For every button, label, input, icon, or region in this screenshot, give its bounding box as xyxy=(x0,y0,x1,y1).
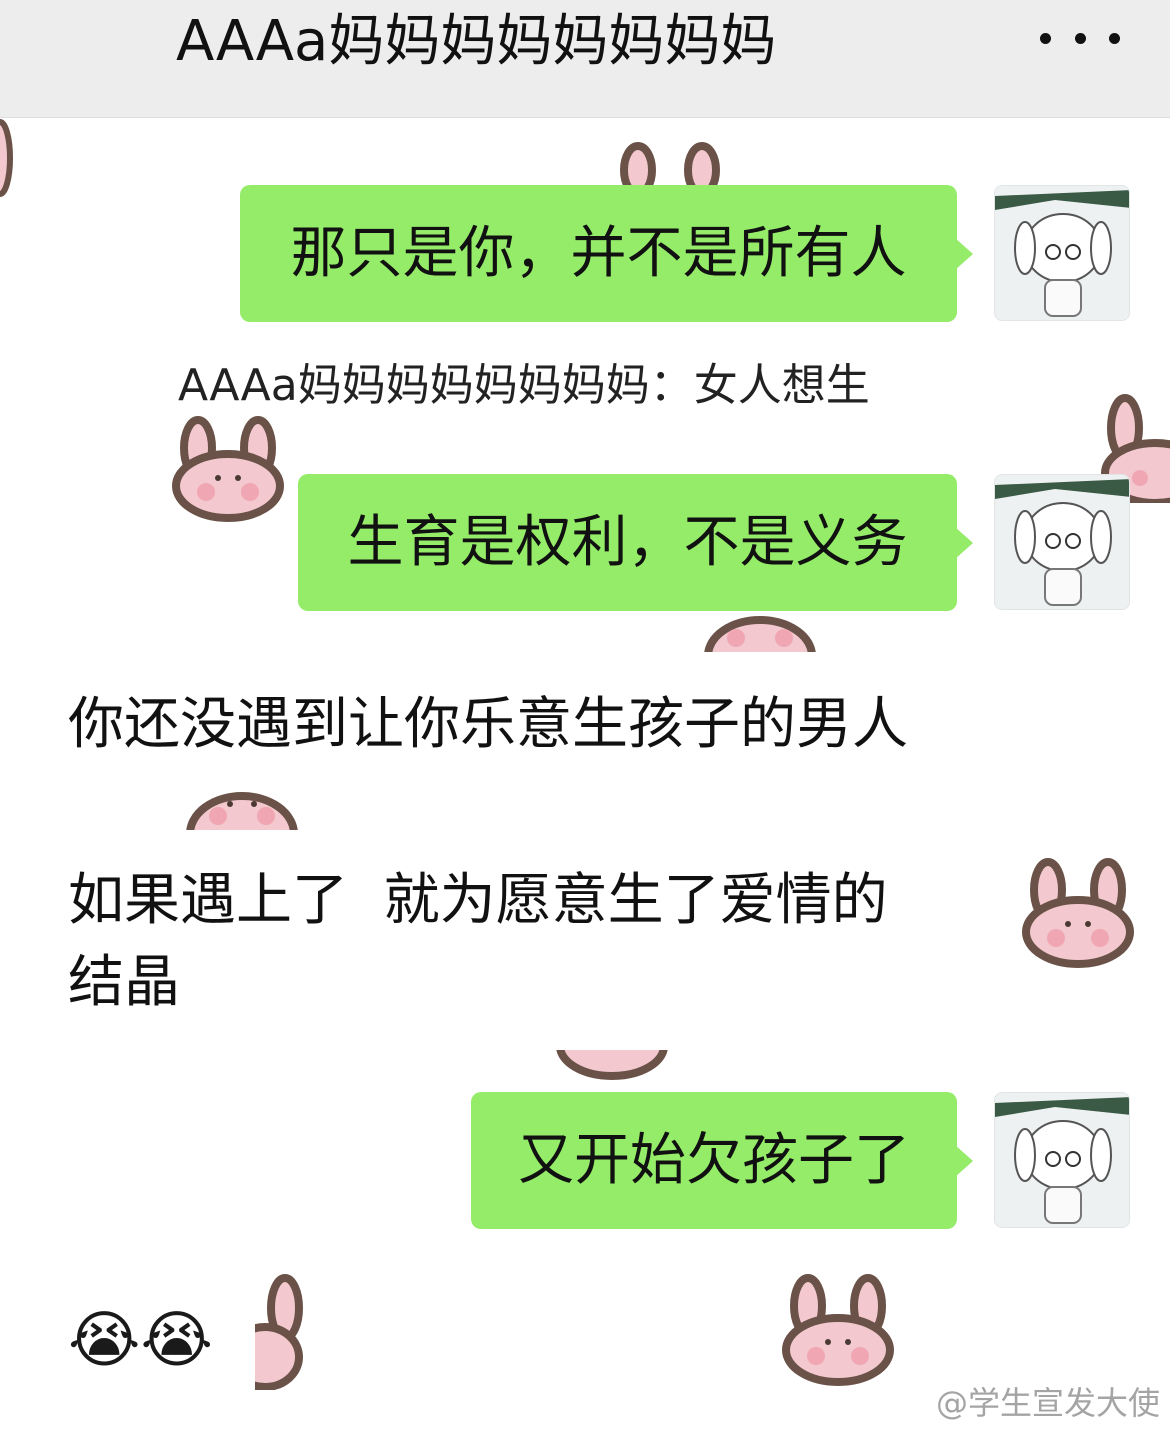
message-text: 那只是你，并不是所有人 xyxy=(290,220,907,286)
bunny-hat-character-avatar-icon xyxy=(995,186,1129,320)
chat-title: AAAa妈妈妈妈妈妈妈妈 xyxy=(176,9,777,74)
message-bubble-outgoing[interactable]: 那只是你，并不是所有人 xyxy=(240,185,973,322)
user-avatar[interactable] xyxy=(994,474,1130,610)
bunny-sticker-icon xyxy=(186,792,298,830)
bunny-hat-character-avatar-icon xyxy=(995,475,1129,609)
message-text-incoming: 你还没遇到让你乐意生孩子的男人 xyxy=(68,692,908,757)
user-avatar[interactable] xyxy=(994,1092,1130,1228)
bunny-sticker-icon xyxy=(620,142,720,190)
bunny-hat-character-avatar-icon xyxy=(995,1093,1129,1227)
bunny-sticker-icon xyxy=(255,1274,303,1390)
bunny-sticker-icon xyxy=(0,119,13,197)
user-avatar[interactable] xyxy=(994,185,1130,321)
message-text: 又开始欠孩子了 xyxy=(518,1127,910,1193)
message-line: 如果遇上了 就为愿意生了爱情的 xyxy=(68,868,888,933)
quoted-message-line: AAAa妈妈妈妈妈妈妈妈：女人想生 xyxy=(178,360,870,411)
message-bubble-outgoing[interactable]: 生育是权利，不是义务 xyxy=(298,474,973,611)
bunny-sticker-icon xyxy=(556,1050,668,1080)
message-text-incoming: 如果遇上了 就为愿意生了爱情的 结晶 xyxy=(68,860,888,1024)
chat-header: AAAa妈妈妈妈妈妈妈妈 xyxy=(0,0,1170,118)
bunny-sticker-icon xyxy=(1022,858,1134,968)
more-dots-icon[interactable] xyxy=(1040,18,1120,58)
emoji-text: 😭😭 xyxy=(68,1303,213,1376)
message-text: 生育是权利，不是义务 xyxy=(347,509,908,575)
bunny-sticker-icon xyxy=(782,1274,894,1386)
bunny-sticker-icon xyxy=(172,416,284,522)
crying-laughing-emoji-icon: 😭😭 xyxy=(68,1302,213,1378)
message-bubble-outgoing[interactable]: 又开始欠孩子了 xyxy=(471,1092,973,1229)
watermark: @学生宣发大使 xyxy=(935,1384,1160,1422)
message-line: 结晶 xyxy=(68,950,180,1015)
bunny-sticker-icon xyxy=(704,616,816,652)
